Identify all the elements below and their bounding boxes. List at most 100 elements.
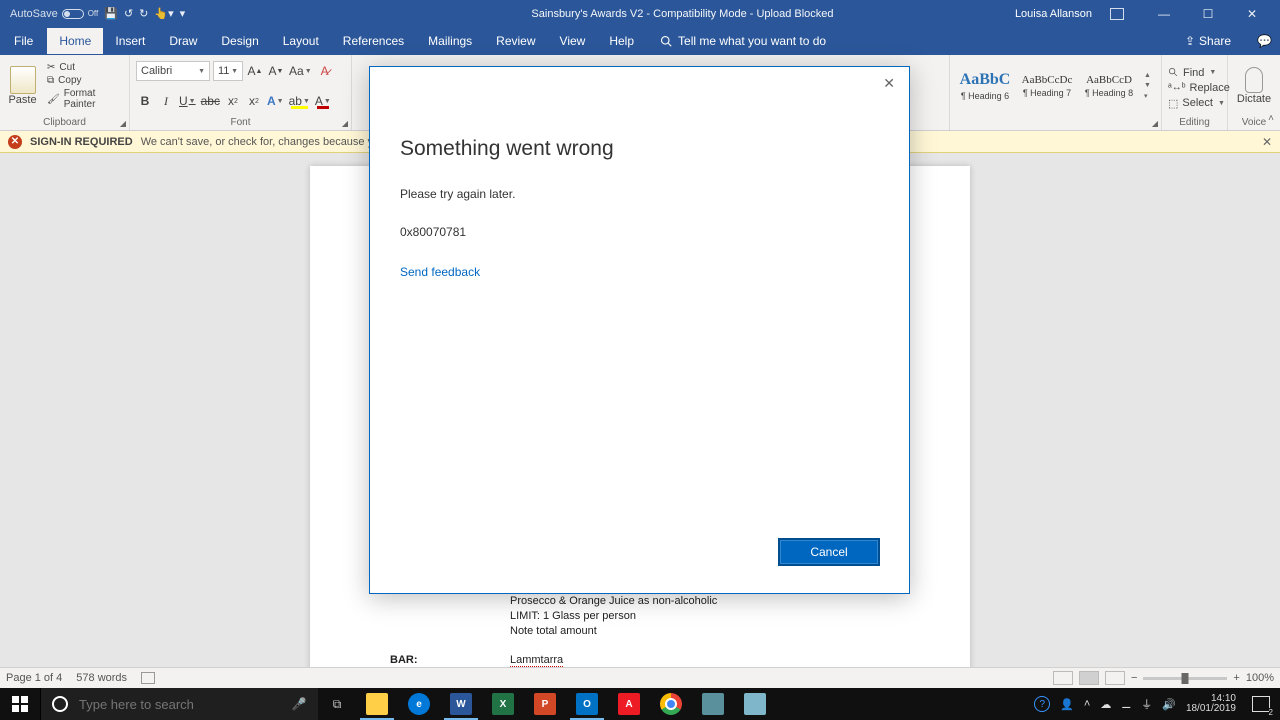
help-icon[interactable]: ? xyxy=(1034,696,1050,712)
tell-me-search[interactable]: Tell me what you want to do xyxy=(660,34,826,48)
style-heading-7[interactable]: AaBbCcDc ¶ Heading 7 xyxy=(1019,61,1075,111)
shrink-font-button[interactable]: A▼ xyxy=(267,61,285,81)
taskbar-app-word[interactable]: W xyxy=(440,688,482,720)
taskbar-app-unknown-2[interactable] xyxy=(734,688,776,720)
maximize-button[interactable]: ☐ xyxy=(1186,0,1230,27)
cut-button[interactable]: ✂Cut xyxy=(47,62,123,73)
style-preview: AaBbCcDc xyxy=(1022,74,1073,86)
text-effects-button[interactable]: A▼ xyxy=(266,91,285,111)
word-count[interactable]: 578 words xyxy=(76,672,127,684)
tab-design[interactable]: Design xyxy=(209,28,270,54)
taskbar-app-excel[interactable]: X xyxy=(482,688,524,720)
zoom-slider[interactable] xyxy=(1143,677,1227,680)
task-view-button[interactable]: ⧉ xyxy=(318,697,356,712)
tab-help[interactable]: Help xyxy=(597,28,646,54)
style-name: ¶ Heading 7 xyxy=(1023,88,1071,98)
share-button[interactable]: ⇪ Share xyxy=(1185,34,1257,48)
start-button[interactable] xyxy=(0,688,40,720)
cancel-button[interactable]: Cancel xyxy=(779,539,879,565)
styles-launcher-icon[interactable]: ◢ xyxy=(1152,119,1158,128)
undo-icon[interactable]: ↺ xyxy=(124,7,133,20)
taskbar-app-outlook[interactable]: O xyxy=(566,688,608,720)
comments-icon[interactable]: 💬 xyxy=(1257,34,1272,48)
system-tray: ? 👤 ˄ ☁ ⚊ ⏚ 🔊 14:10 18/01/2019 2 xyxy=(1034,688,1280,720)
tab-insert[interactable]: Insert xyxy=(103,28,157,54)
spellcheck-icon[interactable] xyxy=(141,672,155,684)
close-window-button[interactable]: ✕ xyxy=(1230,0,1274,27)
dialog-close-button[interactable]: ✕ xyxy=(883,75,895,92)
style-heading-6[interactable]: AaBbC ¶ Heading 6 xyxy=(957,61,1013,111)
font-color-button[interactable]: A▼ xyxy=(314,91,332,111)
account-icon[interactable] xyxy=(1110,8,1124,20)
message-bar-title: SIGN-IN REQUIRED xyxy=(30,136,133,148)
qat-customize-icon[interactable]: ▾ xyxy=(180,7,186,20)
volume-icon[interactable]: 🔊 xyxy=(1162,698,1176,711)
copy-button[interactable]: ⧉Copy xyxy=(47,75,123,86)
people-icon[interactable]: 👤 xyxy=(1060,698,1074,711)
font-size-combo[interactable]: 11▼ xyxy=(213,61,243,81)
clear-formatting-button[interactable]: A̷ xyxy=(316,61,334,81)
paste-button[interactable]: Paste xyxy=(6,66,39,106)
tab-file[interactable]: File xyxy=(0,28,47,54)
collapse-ribbon-icon[interactable]: ˄ xyxy=(1268,113,1274,124)
clipboard-launcher-icon[interactable]: ◢ xyxy=(120,119,126,128)
minimize-button[interactable]: — xyxy=(1142,0,1186,27)
taskbar-app-edge[interactable]: e xyxy=(398,688,440,720)
taskbar-app-powerpoint[interactable]: P xyxy=(524,688,566,720)
tab-home[interactable]: Home xyxy=(47,28,103,54)
taskbar-app-file-explorer[interactable] xyxy=(356,688,398,720)
microphone-icon[interactable]: 🎤 xyxy=(280,697,318,711)
message-bar-close-button[interactable]: ✕ xyxy=(1262,135,1272,149)
web-layout-button[interactable] xyxy=(1105,671,1125,685)
taskbar-search-input[interactable] xyxy=(79,697,280,712)
taskbar-app-chrome[interactable] xyxy=(650,688,692,720)
tab-mailings[interactable]: Mailings xyxy=(416,28,484,54)
zoom-level[interactable]: 100% xyxy=(1246,672,1274,684)
change-case-button[interactable]: Aa▼ xyxy=(288,61,313,81)
tab-review[interactable]: Review xyxy=(484,28,547,54)
user-name[interactable]: Louisa Allanson xyxy=(1015,8,1092,20)
wifi-icon[interactable]: ⏚ xyxy=(1141,696,1152,712)
styles-gallery-more-icon[interactable]: ▲▼▾ xyxy=(1144,72,1151,100)
print-layout-button[interactable] xyxy=(1079,671,1099,685)
superscript-button[interactable]: x2 xyxy=(245,91,263,111)
read-mode-button[interactable] xyxy=(1053,671,1073,685)
dictate-label: Dictate xyxy=(1237,93,1271,105)
subscript-button[interactable]: x2 xyxy=(224,91,242,111)
find-button[interactable]: Find▼ xyxy=(1168,67,1230,79)
style-heading-8[interactable]: AaBbCcD ¶ Heading 8 xyxy=(1081,61,1137,111)
tab-references[interactable]: References xyxy=(331,28,416,54)
dictate-button[interactable]: Dictate xyxy=(1234,67,1274,105)
network-icon[interactable]: ⚊ xyxy=(1121,698,1131,711)
bold-button[interactable]: B xyxy=(136,91,154,111)
taskbar-clock[interactable]: 14:10 18/01/2019 xyxy=(1186,694,1236,715)
zoom-in-button[interactable]: + xyxy=(1233,672,1239,684)
onedrive-icon[interactable]: ☁ xyxy=(1100,698,1111,711)
tab-view[interactable]: View xyxy=(548,28,598,54)
send-feedback-link[interactable]: Send feedback xyxy=(400,265,480,279)
select-button[interactable]: ⬚Select▼ xyxy=(1168,97,1230,110)
touch-mode-icon[interactable]: 👆▾ xyxy=(154,7,173,20)
page-count[interactable]: Page 1 of 4 xyxy=(6,672,62,684)
tab-layout[interactable]: Layout xyxy=(271,28,331,54)
font-name-combo[interactable]: Calibri▼ xyxy=(136,61,210,81)
grow-font-button[interactable]: A▲ xyxy=(246,61,264,81)
taskbar-search[interactable]: 🎤 xyxy=(40,688,318,720)
underline-button[interactable]: U▼ xyxy=(178,91,197,111)
redo-icon[interactable]: ↻ xyxy=(139,7,148,20)
tab-draw[interactable]: Draw xyxy=(157,28,209,54)
autosave-toggle[interactable]: AutoSave Off xyxy=(10,8,98,20)
tray-chevron-up-icon[interactable]: ˄ xyxy=(1084,698,1090,710)
zoom-out-button[interactable]: − xyxy=(1131,672,1137,684)
italic-button[interactable]: I xyxy=(157,91,175,111)
taskbar-app-acrobat[interactable]: A xyxy=(608,688,650,720)
font-launcher-icon[interactable]: ◢ xyxy=(342,119,348,128)
save-icon[interactable]: 💾 xyxy=(104,7,118,20)
taskbar-app-unknown-1[interactable] xyxy=(692,688,734,720)
replace-button[interactable]: ᵃ↔ᵇReplace xyxy=(1168,82,1230,94)
strikethrough-button[interactable]: abc xyxy=(200,91,221,111)
action-center-button[interactable]: 2 xyxy=(1246,688,1276,720)
ribbon-tabs: File Home Insert Draw Design Layout Refe… xyxy=(0,27,1280,55)
format-painter-button[interactable]: 🖌Format Painter xyxy=(47,88,123,110)
highlight-button[interactable]: ab▼ xyxy=(288,91,311,111)
